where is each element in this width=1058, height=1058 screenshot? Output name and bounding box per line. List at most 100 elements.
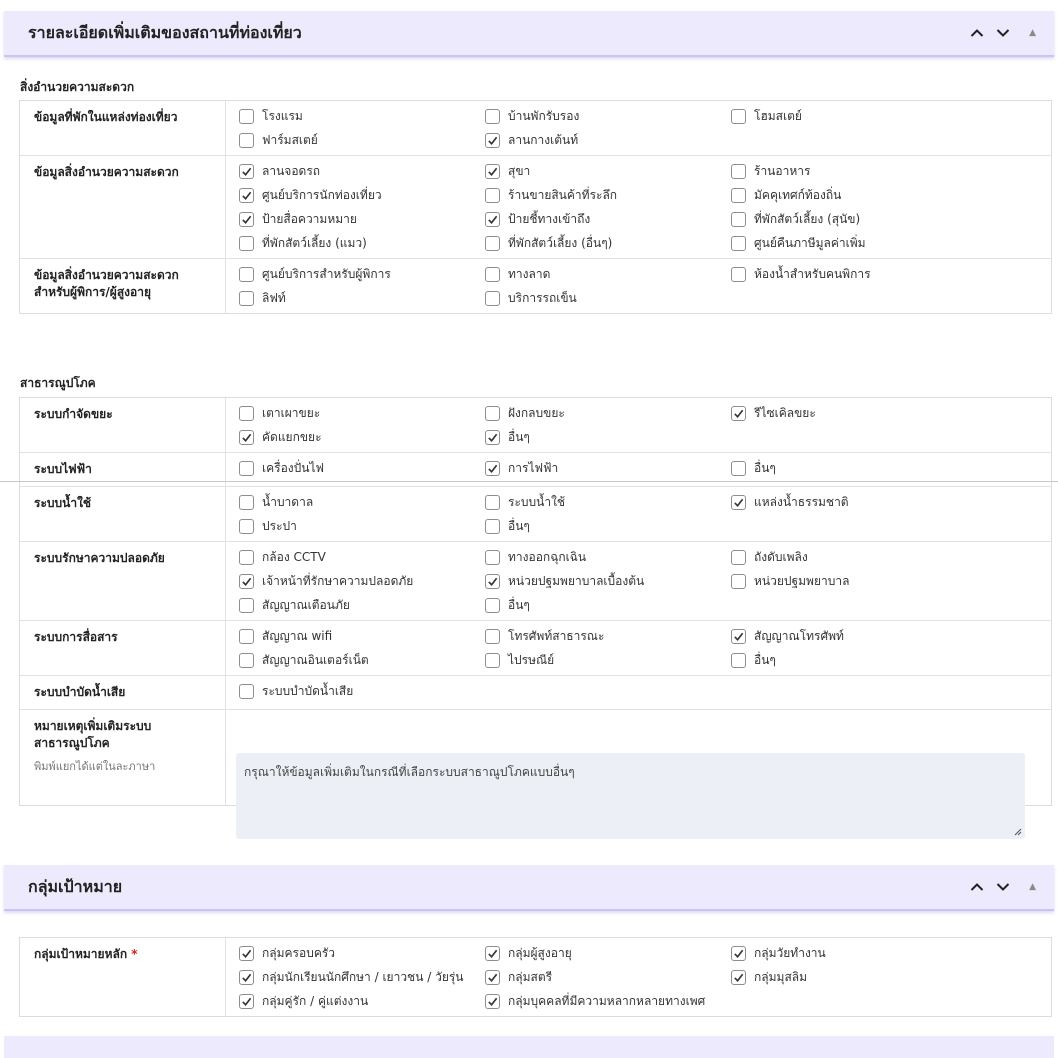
checkbox-unchecked[interactable] <box>731 235 746 251</box>
checkbox-option[interactable]: กลุ่มคู่รัก / คู่แต่งงาน <box>239 992 485 1010</box>
checkbox-option[interactable]: กลุ่มบุคคลที่มีความหลากหลายทางเพศ <box>485 992 731 1010</box>
checkbox-option[interactable]: สัญญาณเตือนภัย <box>239 596 485 614</box>
checkbox-option[interactable]: หน่วยปฐมพยาบาลเบื้องต้น <box>485 572 731 590</box>
checkbox-unchecked[interactable] <box>485 494 500 510</box>
checkbox-checked[interactable] <box>485 460 500 476</box>
checkbox-option[interactable]: อื่นๆ <box>485 517 731 535</box>
checkbox-checked[interactable] <box>239 187 254 203</box>
checkbox-option[interactable]: ระบบบำบัดน้ำเสีย <box>239 682 485 700</box>
checkbox-option[interactable]: ลิฟท์ <box>239 289 485 307</box>
checkbox-checked[interactable] <box>239 969 254 985</box>
checkbox-option[interactable]: บ้านพักรับรอง <box>485 107 731 125</box>
checkbox-option[interactable]: โฮมสเตย์ <box>731 107 977 125</box>
checkbox-option[interactable]: ที่พักสัตว์เลี้ยง (สุนัข) <box>731 210 977 228</box>
details-section-header[interactable]: รายละเอียดเพิ่มเติมของสถานที่ท่องเที่ยว … <box>4 11 1054 57</box>
checkbox-option[interactable]: โทรศัพท์สาธารณะ <box>485 627 731 645</box>
checkbox-option[interactable]: กลุ่มสตรี <box>485 968 731 986</box>
checkbox-option[interactable]: กลุ่มนักเรียนนักศึกษา / เยาวชน / วัยรุ่น <box>239 968 485 986</box>
utilities-notes-textarea[interactable]: กรุณาให้ข้อมูลเพิ่มเติมในกรณีที่เลือกระบ… <box>236 753 1025 839</box>
checkbox-checked[interactable] <box>485 993 500 1009</box>
checkbox-unchecked[interactable] <box>239 132 254 148</box>
checkbox-option[interactable]: การไฟฟ้า <box>485 459 731 477</box>
checkbox-unchecked[interactable] <box>485 266 500 282</box>
checkbox-option[interactable]: ทางลาด <box>485 265 731 283</box>
checkbox-option[interactable]: ศูนย์บริการสำหรับผู้พิการ <box>239 265 485 283</box>
checkbox-option[interactable]: ลานจอดรถ <box>239 162 485 180</box>
checkbox-option[interactable]: ที่พักสัตว์เลี้ยง (แมว) <box>239 234 485 252</box>
chevron-down-icon[interactable] <box>993 877 1013 897</box>
checkbox-unchecked[interactable] <box>485 518 500 534</box>
checkbox-unchecked[interactable] <box>731 652 746 668</box>
checkbox-unchecked[interactable] <box>731 211 746 227</box>
checkbox-unchecked[interactable] <box>239 460 254 476</box>
checkbox-option[interactable]: กล้อง CCTV <box>239 548 485 566</box>
checkbox-option[interactable]: ที่พักสัตว์เลี้ยง (อื่นๆ) <box>485 234 731 252</box>
checkbox-option[interactable]: โรงแรม <box>239 107 485 125</box>
checkbox-option[interactable]: ศูนย์บริการนักท่องเที่ยว <box>239 186 485 204</box>
checkbox-checked[interactable] <box>485 211 500 227</box>
checkbox-unchecked[interactable] <box>485 597 500 613</box>
checkbox-checked[interactable] <box>485 969 500 985</box>
checkbox-unchecked[interactable] <box>731 163 746 179</box>
checkbox-option[interactable]: ร้านขายสินค้าที่ระลึก <box>485 186 731 204</box>
checkbox-unchecked[interactable] <box>485 628 500 644</box>
checkbox-option[interactable]: สัญญาณอินเตอร์เน็ต <box>239 651 485 669</box>
checkbox-option[interactable]: อื่นๆ <box>731 459 977 477</box>
checkbox-unchecked[interactable] <box>239 652 254 668</box>
checkbox-option[interactable]: เครื่องปั่นไฟ <box>239 459 485 477</box>
caret-up-icon[interactable]: ▲ <box>1029 882 1036 892</box>
checkbox-checked[interactable] <box>239 573 254 589</box>
checkbox-unchecked[interactable] <box>485 549 500 565</box>
checkbox-option[interactable]: ป้ายชี้ทางเข้าถึง <box>485 210 731 228</box>
checkbox-option[interactable]: ไปรษณีย์ <box>485 651 731 669</box>
checkbox-unchecked[interactable] <box>731 549 746 565</box>
checkbox-unchecked[interactable] <box>485 290 500 306</box>
checkbox-option[interactable]: ระบบน้ำใช้ <box>485 493 731 511</box>
checkbox-option[interactable]: ทางออกฉุกเฉิน <box>485 548 731 566</box>
checkbox-unchecked[interactable] <box>731 187 746 203</box>
checkbox-unchecked[interactable] <box>239 405 254 421</box>
checkbox-unchecked[interactable] <box>239 597 254 613</box>
checkbox-option[interactable]: อื่นๆ <box>731 651 977 669</box>
checkbox-option[interactable]: น้ำบาดาล <box>239 493 485 511</box>
checkbox-unchecked[interactable] <box>485 405 500 421</box>
checkbox-option[interactable]: ร้านอาหาร <box>731 162 977 180</box>
checkbox-checked[interactable] <box>239 429 254 445</box>
checkbox-checked[interactable] <box>731 405 746 421</box>
chevron-down-icon[interactable] <box>993 23 1013 43</box>
checkbox-checked[interactable] <box>485 163 500 179</box>
checkbox-checked[interactable] <box>239 163 254 179</box>
checkbox-unchecked[interactable] <box>239 290 254 306</box>
resize-handle-icon[interactable] <box>1014 828 1022 836</box>
checkbox-unchecked[interactable] <box>731 108 746 124</box>
checkbox-unchecked[interactable] <box>239 518 254 534</box>
checkbox-option[interactable]: ป้ายสื่อความหมาย <box>239 210 485 228</box>
chevron-up-icon[interactable] <box>967 23 987 43</box>
checkbox-checked[interactable] <box>731 969 746 985</box>
checkbox-checked[interactable] <box>239 993 254 1009</box>
checkbox-checked[interactable] <box>731 945 746 961</box>
checkbox-unchecked[interactable] <box>239 683 254 699</box>
checkbox-option[interactable]: มัคคุเทศก์ท้องถิ่น <box>731 186 977 204</box>
checkbox-unchecked[interactable] <box>485 235 500 251</box>
checkbox-unchecked[interactable] <box>239 549 254 565</box>
checkbox-option[interactable]: อื่นๆ <box>485 596 731 614</box>
checkbox-option[interactable]: อื่นๆ <box>485 428 731 446</box>
checkbox-checked[interactable] <box>485 945 500 961</box>
chevron-up-icon[interactable] <box>967 877 987 897</box>
checkbox-unchecked[interactable] <box>239 266 254 282</box>
checkbox-option[interactable]: ฝังกลบขยะ <box>485 404 731 422</box>
checkbox-option[interactable]: ลานกางเต้นท์ <box>485 131 731 149</box>
checkbox-unchecked[interactable] <box>485 187 500 203</box>
checkbox-option[interactable]: แหล่งน้ำธรรมชาติ <box>731 493 977 511</box>
checkbox-unchecked[interactable] <box>239 108 254 124</box>
next-section-header[interactable] <box>4 1036 1054 1058</box>
checkbox-checked[interactable] <box>485 573 500 589</box>
checkbox-checked[interactable] <box>731 494 746 510</box>
checkbox-option[interactable]: กลุ่มมุสลิม <box>731 968 977 986</box>
checkbox-option[interactable]: กลุ่มวัยทำงาน <box>731 944 977 962</box>
caret-up-icon[interactable]: ▲ <box>1029 28 1036 38</box>
checkbox-option[interactable]: กลุ่มครอบครัว <box>239 944 485 962</box>
checkbox-option[interactable]: กลุ่มผู้สูงอายุ <box>485 944 731 962</box>
checkbox-option[interactable]: สัญญาณโทรศัพท์ <box>731 627 977 645</box>
